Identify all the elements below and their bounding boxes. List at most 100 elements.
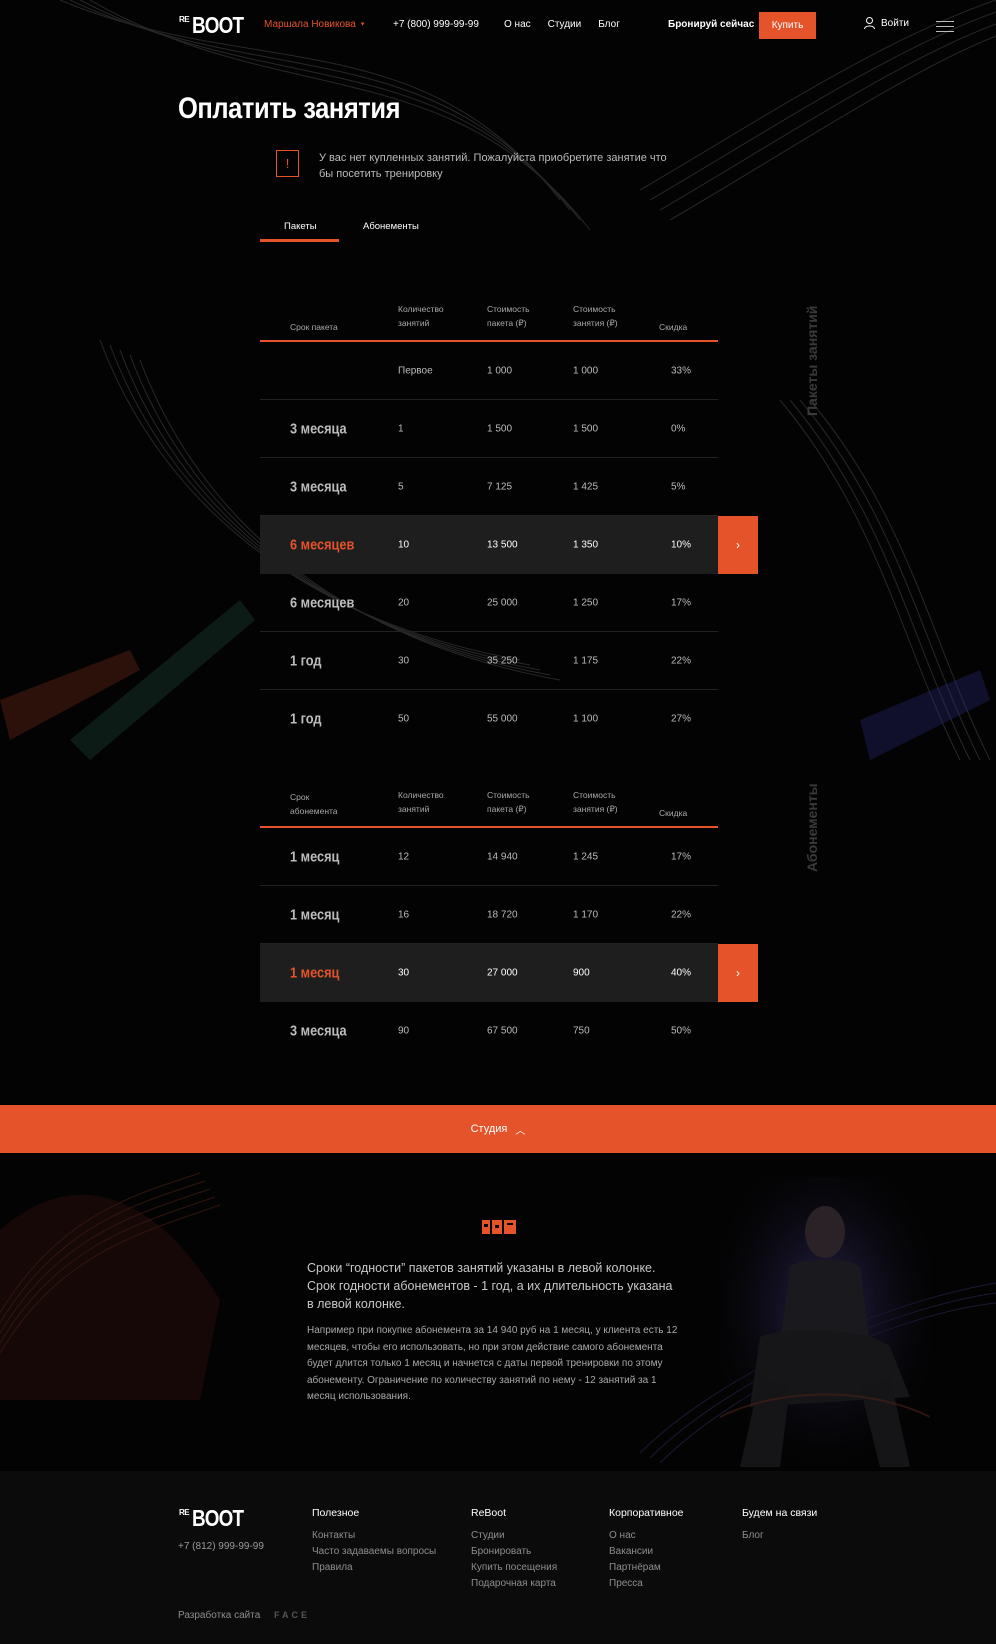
- row-price: 35 250: [487, 655, 518, 666]
- footer-phone[interactable]: +7 (812) 999-99-99: [178, 1541, 264, 1552]
- row-unit-price: 1 500: [573, 423, 599, 434]
- row-price: 1 500: [487, 423, 513, 434]
- row-discount: 33%: [671, 365, 692, 376]
- row-unit-price: 1 350: [573, 539, 599, 551]
- row-price: 25 000: [487, 597, 518, 608]
- col-term: Срок пакета: [290, 322, 338, 332]
- row-price: 67 500: [487, 1025, 518, 1037]
- developer-logo[interactable]: FACE: [274, 1610, 310, 1620]
- developer-label: Разработка сайта: [178, 1610, 261, 1621]
- nav-item-about[interactable]: О нас: [504, 19, 531, 30]
- row-term: 1 месяц: [290, 964, 340, 982]
- row-unit-price: 1 170: [573, 909, 599, 920]
- table-row[interactable]: 3 месяца 90 67 500 750 50%: [260, 1002, 718, 1060]
- header-phone[interactable]: +7 (800) 999-99-99: [393, 19, 479, 30]
- studio-label: Студия: [470, 1123, 508, 1135]
- footer-link[interactable]: Пресса: [609, 1576, 684, 1592]
- row-term: 6 месяцев: [290, 594, 355, 611]
- tab-packages[interactable]: Пакеты: [284, 221, 317, 232]
- site-footer: RE BOOT +7 (812) 999-99-99 Полезное Конт…: [0, 1471, 996, 1644]
- footer-link[interactable]: Контакты: [312, 1528, 436, 1544]
- row-price: 13 500: [487, 539, 518, 551]
- footer-link[interactable]: Студии: [471, 1528, 557, 1544]
- info-lead-text: Сроки “годности” пакетов занятий указаны…: [307, 1261, 673, 1311]
- table-row-selected[interactable]: 1 месяц 30 27 000 900 40% ›: [260, 944, 758, 1002]
- row-count: 12: [398, 851, 410, 862]
- nav-item-studios[interactable]: Студии: [548, 19, 582, 30]
- tab-subscriptions[interactable]: Абонементы: [363, 221, 419, 232]
- row-count: 30: [398, 967, 410, 979]
- chevron-up-icon: ︿: [515, 1125, 526, 1137]
- chevron-down-icon: ▾: [360, 21, 365, 29]
- table-row[interactable]: 1 год 30 35 250 1 175 22%: [260, 632, 718, 690]
- packages-side-label: Пакеты занятий: [804, 305, 820, 416]
- row-term: 1 месяц: [290, 848, 340, 865]
- table-row[interactable]: 3 месяца 5 7 125 1 425 5%: [260, 458, 718, 516]
- page-title: Оплатить занятия: [178, 92, 401, 125]
- table-row[interactable]: 1 месяц 12 14 940 1 245 17%: [260, 828, 718, 886]
- table-row[interactable]: 6 месяцев 20 25 000 1 250 17%: [260, 574, 718, 632]
- row-price: 27 000: [487, 967, 518, 979]
- row-unit-price: 1 175: [573, 655, 599, 666]
- info-body-text: Например при покупке абонемента за 14 94…: [307, 1325, 678, 1402]
- footer-link[interactable]: Блог: [742, 1528, 817, 1544]
- row-discount: 17%: [671, 597, 692, 608]
- footer-logo-mark: RE BOOT: [179, 1505, 245, 1531]
- footer-link[interactable]: Бронировать: [471, 1544, 557, 1560]
- row-count: 5: [398, 481, 404, 492]
- footer-logo[interactable]: RE BOOT: [179, 1505, 245, 1531]
- buy-button[interactable]: Купить: [759, 12, 816, 39]
- col-package-price: Стоимость пакета (₽): [487, 304, 530, 328]
- footer-link[interactable]: Часто задаваемы вопросы: [312, 1544, 436, 1560]
- chevron-right-icon[interactable]: ›: [718, 944, 758, 1002]
- row-term: 1 год: [290, 652, 322, 669]
- studio-toggle-bar[interactable]: Студия ︿: [0, 1105, 996, 1153]
- col-unit-price: Стоимость занятия (₽): [573, 790, 618, 814]
- chevron-right-icon[interactable]: ›: [718, 516, 758, 574]
- table-row[interactable]: Первое 1 000 1 000 33%: [260, 342, 718, 400]
- footer-link[interactable]: Купить посещения: [471, 1560, 557, 1576]
- nav-item-blog[interactable]: Блог: [598, 19, 620, 30]
- city-selector[interactable]: Маршала Новикова ▾: [264, 19, 364, 30]
- row-term: 1 месяц: [290, 906, 340, 923]
- footer-column-title: ReBoot: [471, 1507, 507, 1519]
- footer-link[interactable]: Вакансии: [609, 1544, 684, 1560]
- main-nav: О нас Студии Блог: [504, 19, 620, 30]
- row-unit-price: 1 250: [573, 597, 599, 608]
- row-discount: 17%: [671, 851, 692, 862]
- footer-link[interactable]: Партнёрам: [609, 1560, 684, 1576]
- row-term: 3 месяца: [290, 478, 347, 495]
- footer-column-title: Полезное: [312, 1507, 360, 1519]
- row-discount: 5%: [671, 481, 686, 492]
- row-unit-price: 1 425: [573, 481, 599, 492]
- logo-boot: BOOT: [192, 1505, 244, 1531]
- logo-re: RE: [179, 15, 190, 24]
- row-price: 18 720: [487, 909, 518, 920]
- logo[interactable]: RE BOOT: [179, 12, 245, 38]
- footer-column-corporate: Корпоративное О нас Вакансии Партнёрам П…: [609, 1507, 684, 1592]
- footer-link[interactable]: Подарочная карта: [471, 1576, 557, 1592]
- footer-column-reboot: ReBoot Студии Бронировать Купить посещен…: [471, 1507, 557, 1592]
- table-row[interactable]: 1 месяц 16 18 720 1 170 22%: [260, 886, 718, 944]
- row-price: 14 940: [487, 851, 518, 862]
- table-row-selected[interactable]: 6 месяцев 10 13 500 1 350 10% ›: [260, 516, 758, 574]
- table-row[interactable]: 1 год 50 55 000 1 100 27%: [260, 690, 718, 748]
- row-count: 30: [398, 655, 410, 666]
- row-price: 55 000: [487, 713, 518, 725]
- login-link[interactable]: Войти: [864, 17, 909, 29]
- row-discount: 10%: [671, 539, 692, 551]
- menu-icon[interactable]: [936, 21, 954, 32]
- row-count: Первое: [398, 365, 433, 376]
- col-term: Срок абонемента: [290, 792, 338, 816]
- footer-link[interactable]: О нас: [609, 1528, 684, 1544]
- footer-link[interactable]: Правила: [312, 1560, 436, 1576]
- row-count: 16: [398, 909, 410, 920]
- book-now-link[interactable]: Бронируй сейчас: [668, 19, 754, 30]
- tab-active-indicator: [260, 239, 339, 242]
- login-label: Войти: [881, 17, 909, 29]
- row-term: 3 месяца: [290, 420, 347, 437]
- logo-re: RE: [179, 1508, 190, 1517]
- table-row[interactable]: 3 месяца 1 1 500 1 500 0%: [260, 400, 718, 458]
- row-count: 10: [398, 539, 410, 551]
- city-label: Маршала Новикова: [264, 19, 356, 30]
